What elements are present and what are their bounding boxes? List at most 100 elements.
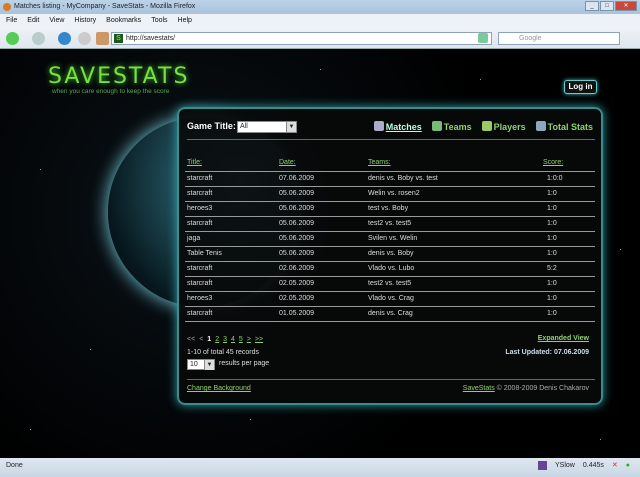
navigation-toolbar: Shttp://savestats/ Google [0,28,640,49]
table-row[interactable]: starcraft 02.05.2009 test2 vs. test5 1:0 [185,276,595,292]
section-tabs: Matches Teams Players Total Stats [373,121,593,132]
tab-players[interactable]: Players [481,121,526,132]
menu-bookmarks[interactable]: Bookmarks [106,14,141,28]
footer-divider [187,379,595,380]
page-2[interactable]: 2 [215,336,219,343]
column-teams[interactable]: Teams: [368,155,543,172]
window-titlebar: Matches listing - MyCompany - SaveStats … [0,0,640,14]
tab-teams[interactable]: Teams [431,121,472,132]
main-panel: Game Title: All ▼ Matches Teams Players T… [177,107,603,405]
back-icon[interactable] [6,32,19,45]
yslow-icon[interactable] [538,461,548,470]
page-4[interactable]: 4 [231,336,235,343]
maximize-button[interactable]: □ [600,1,614,11]
minimize-button[interactable]: _ [585,1,599,11]
table-row[interactable]: heroes3 05.06.2009 test vs. Boby 1:0 [185,201,595,217]
cell-teams: test2 vs. test5 [368,216,543,232]
menu-file[interactable]: File [6,14,17,28]
prev-page[interactable]: < [199,336,203,343]
game-title-value: All [240,123,248,130]
matches-table: Title: Date: Teams: Score: starcraft 07.0… [185,155,595,322]
column-score[interactable]: Score: [543,155,595,172]
error-icon[interactable]: ✕ [612,458,618,473]
stop-icon[interactable] [78,32,91,45]
cell-title: heroes3 [185,291,279,307]
cell-score: 1:0 [543,276,595,292]
load-time: 0.445s [582,462,604,469]
search-input[interactable]: Google [498,32,620,45]
table-row[interactable]: heroes3 02.05.2009 Vlado vs. Crag 1:0 [185,291,595,307]
login-button[interactable]: Log in [564,80,597,94]
cell-score: 1:0 [543,291,595,307]
go-button[interactable] [478,33,488,43]
table-row[interactable]: starcraft 05.06.2009 test2 vs. test5 1:0 [185,216,595,232]
game-title-select[interactable]: All ▼ [237,121,297,133]
chevron-down-icon: ▼ [204,360,214,370]
page-3[interactable]: 3 [223,336,227,343]
tab-matches[interactable]: Matches [373,121,422,132]
page-1[interactable]: 1 [207,336,211,343]
status-bar: Done YSlow 0.445s ✕ ● [0,458,640,477]
cell-teams: denis vs. Crag [368,306,543,322]
per-page-select[interactable]: 10 ▼ [187,359,215,370]
status-text: Done [6,462,23,469]
cell-score: 1:0 [543,201,595,217]
cell-teams: Welin vs. rosen2 [368,186,543,202]
table-row[interactable]: starcraft 07.06.2009 denis vs. Boby vs. te… [185,171,595,187]
table-row[interactable]: Table Tenis 05.06.2009 denis vs. Boby 1:0 [185,246,595,262]
expanded-view-link[interactable]: Expanded View [538,335,589,342]
search-placeholder: Google [519,35,542,42]
menu-help[interactable]: Help [178,14,192,28]
per-page-label: results per page [219,360,270,367]
cell-score: 1:0:0 [543,171,595,187]
cell-date: 02.05.2009 [279,291,368,307]
menu-view[interactable]: View [49,14,64,28]
cell-title: starcraft [185,186,279,202]
cell-score: 1:0 [543,246,595,262]
yslow-label[interactable]: YSlow [555,458,575,473]
home-icon[interactable] [96,32,109,45]
table-row[interactable]: starcraft 05.06.2009 Welin vs. rosen2 1:0 [185,186,595,202]
reload-icon[interactable] [58,32,71,45]
cell-teams: test2 vs. test5 [368,276,543,292]
savestats-logo[interactable]: SAVESTATS [48,64,189,89]
column-date[interactable]: Date: [279,155,368,172]
total-stats-icon [535,121,546,131]
cell-score: 1:0 [543,186,595,202]
next-page[interactable]: > [247,336,251,343]
last-page[interactable]: >> [255,336,263,343]
url-text: http://savestats/ [126,35,176,42]
savestats-link[interactable]: SaveStats [463,385,495,392]
cell-title: heroes3 [185,201,279,217]
menu-history[interactable]: History [74,14,96,28]
column-title[interactable]: Title: [185,155,279,172]
per-page-value: 10 [190,361,198,368]
cell-title: starcraft [185,276,279,292]
cell-date: 02.05.2009 [279,276,368,292]
menu-tools[interactable]: Tools [151,14,167,28]
menu-bar: File Edit View History Bookmarks Tools Help [0,14,640,28]
ok-icon[interactable]: ● [626,458,630,473]
cell-date: 01.05.2009 [279,306,368,322]
menu-edit[interactable]: Edit [27,14,39,28]
close-button[interactable]: ✕ [615,1,637,11]
game-title-label: Game Title: [187,121,236,131]
tagline: when you care enough to keep the score [52,88,170,95]
tab-total-stats[interactable]: Total Stats [535,121,593,132]
cell-teams: Vlado vs. Lubo [368,261,543,277]
table-row[interactable]: jaga 05.06.2009 Svilen vs. Welin 1:0 [185,231,595,247]
players-icon [481,121,492,131]
forward-icon[interactable] [32,32,45,45]
site-favicon: S [114,34,123,43]
chevron-down-icon: ▼ [286,122,296,132]
cell-date: 05.06.2009 [279,186,368,202]
change-background-link[interactable]: Change Background [187,385,251,392]
cell-title: starcraft [185,306,279,322]
cell-score: 1:0 [543,216,595,232]
table-row[interactable]: starcraft 02.06.2009 Vlado vs. Lubo 5:2 [185,261,595,277]
page-5[interactable]: 5 [239,336,243,343]
first-page[interactable]: << [187,336,195,343]
address-bar[interactable]: Shttp://savestats/ [111,32,492,45]
copyright-text: © 2008-2009 Denis Chakarov [496,385,589,392]
table-row[interactable]: starcraft 01.05.2009 denis vs. Crag 1:0 [185,306,595,322]
